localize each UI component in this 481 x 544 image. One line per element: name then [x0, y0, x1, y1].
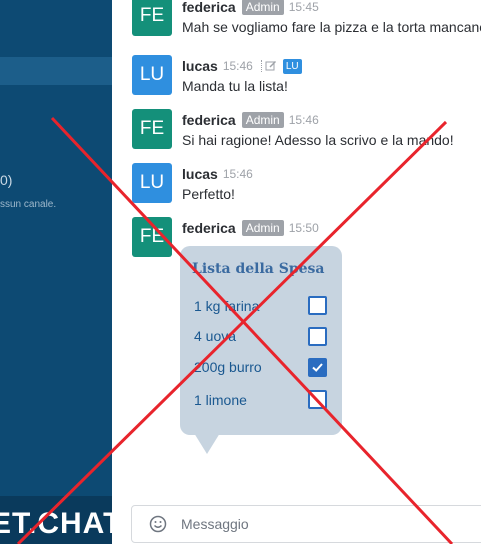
checkbox-checked[interactable]	[308, 358, 327, 377]
logo: ET.CHAT	[0, 507, 112, 540]
shopping-list-card: Lista della Spesa 1 kg farina 4 uova 200…	[180, 246, 342, 435]
message-header: lucas 15:46	[182, 165, 253, 183]
channel-count: 0)	[0, 172, 13, 188]
sidebar-footer: ET.CHAT	[0, 496, 112, 544]
checkmark-icon	[312, 363, 323, 372]
list-item: 1 limone	[194, 392, 247, 408]
avatar[interactable]: FE	[132, 217, 172, 257]
list-item: 200g burro	[194, 359, 262, 375]
username[interactable]: federica	[182, 112, 236, 128]
checkbox[interactable]	[308, 390, 327, 409]
sidebar: 0) ssun canale. ET.CHAT	[0, 0, 112, 544]
checkbox[interactable]	[308, 296, 327, 315]
role-badge: Admin	[241, 0, 284, 15]
avatar[interactable]: LU	[132, 55, 172, 95]
avatar[interactable]: LU	[132, 163, 172, 203]
sidebar-active-item[interactable]	[0, 57, 112, 85]
role-badge: Admin	[241, 112, 284, 128]
timestamp: 15:46	[222, 167, 253, 181]
message-header: federica Admin 15:50	[182, 219, 319, 237]
checkbox[interactable]	[308, 327, 327, 346]
message-text: Mah se vogliamo fare la pizza e la torta…	[182, 19, 481, 35]
avatar[interactable]: FE	[132, 109, 172, 149]
separator	[260, 60, 262, 72]
list-item: 4 uova	[194, 328, 237, 344]
no-channels-text: ssun canale.	[0, 199, 57, 210]
timestamp: 15:46	[222, 59, 253, 73]
timestamp: 15:45	[288, 0, 319, 14]
message-text: Manda tu la lista!	[182, 78, 288, 94]
username[interactable]: federica	[182, 220, 236, 236]
message-text: Si hai ragione! Adesso la scrivo e la ma…	[182, 132, 454, 148]
pencil-icon	[265, 60, 277, 72]
message-header: lucas 15:46 LU	[182, 57, 302, 75]
message-text: Perfetto!	[182, 186, 235, 202]
list-item: 1 kg farina	[194, 298, 260, 314]
message-header: federica Admin 15:45	[182, 0, 319, 16]
emoji-icon[interactable]	[149, 515, 167, 533]
username[interactable]: federica	[182, 0, 236, 15]
message-header: federica Admin 15:46	[182, 111, 319, 129]
edited-by-avatar: LU	[282, 58, 302, 74]
username[interactable]: lucas	[182, 166, 218, 182]
card-tail	[194, 433, 220, 454]
chat-area: FE federica Admin 15:45 Mah se vogliamo …	[112, 0, 481, 544]
message-input[interactable]	[181, 506, 481, 542]
role-badge: Admin	[241, 220, 284, 236]
message-composer	[131, 505, 481, 543]
avatar[interactable]: FE	[132, 0, 172, 36]
shopping-list-title: Lista della Spesa	[192, 261, 325, 277]
timestamp: 15:50	[288, 221, 319, 235]
username[interactable]: lucas	[182, 58, 218, 74]
timestamp: 15:46	[288, 113, 319, 127]
